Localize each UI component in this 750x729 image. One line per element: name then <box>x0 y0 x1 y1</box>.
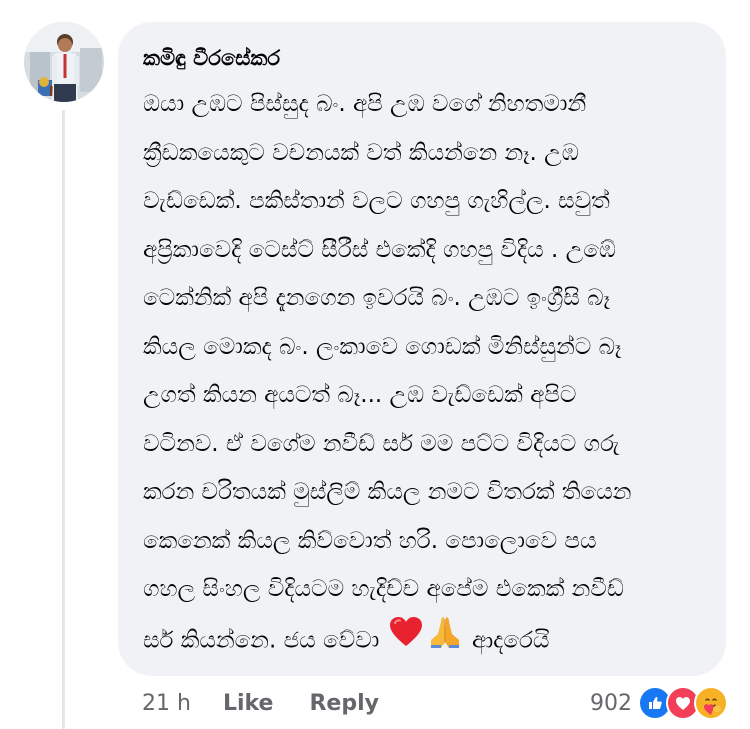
comment-body: ඔයා උඹට පිස්සුද බං. අපි උඹ වගේ නිහතමානී … <box>143 80 708 662</box>
comment-actions: 21 h Like Reply <box>142 686 415 720</box>
comment-thread: කමිඳු වීරසේකර ඔයා උඹට පිස්සුද බං. අපි උඹ… <box>0 0 750 729</box>
comment-line-start: සර් කියන්නෙ. ජය වේවා <box>143 626 380 653</box>
comment-line: ඔයා උඹට පිස්සුද බං. අපි උඹ වගේ නිහතමානී <box>143 91 587 117</box>
avatar[interactable] <box>24 22 104 102</box>
comment-line: අප්‍රිකාවෙදි ටෙස්ට් සීරීස් එකේදි ගහපු වි… <box>143 236 616 263</box>
comment-line: කෙනෙක් කියල කිව්වොත් හරි. පොලොවෙ පය <box>143 527 597 554</box>
like-button[interactable]: Like <box>223 691 274 716</box>
care-icon <box>694 686 728 720</box>
profile-photo-icon <box>24 22 104 102</box>
reply-button[interactable]: Reply <box>309 691 379 716</box>
reaction-icons <box>638 686 728 720</box>
folded-hands-icon <box>427 614 463 663</box>
comment-bubble: කමිඳු වීරසේකර ඔයා උඹට පිස්සුද බං. අපි උඹ… <box>118 22 726 676</box>
comment-line-last: සර් කියන්නෙ. ජය වේවා ආදරෙයි <box>143 614 708 663</box>
reaction-count: 902 <box>590 690 632 716</box>
comment-author[interactable]: කමිඳු වීරසේකර <box>143 44 708 72</box>
red-heart-icon <box>389 616 423 663</box>
comment-line: කියල මොකද බං. ලංකාවෙ ගොඩක් මිනිස්සුන්ට බ… <box>143 333 622 360</box>
comment-line: වැඩ්ඩෙක්. පකිස්තාන් වලට ගහපු ගැහිල්ල. සව… <box>143 188 610 214</box>
comment-line: ගහල සිංහල විදියටම හැදිච්ච අපේම එකෙක් නවී… <box>143 576 624 602</box>
comment-line: කරන චරිතයක් මුස්ලිම් කියල නමට විතරක් තිය… <box>143 479 632 505</box>
comment-line: උගත් කියන අයටත් බෑ... උඹ වැඩ්ඩෙක් අපිට <box>143 382 577 408</box>
reaction-summary[interactable]: 902 <box>590 684 728 722</box>
comment-line: ක්‍රීඩකයෙකුට වචනයක් වත් කියන්නෙ නෑ. උඹ <box>143 139 579 166</box>
comment-timestamp[interactable]: 21 h <box>142 691 191 716</box>
reply-thread-line <box>62 110 65 729</box>
comment-line: වටිනව. ඒ වගේම නවීඩ් සර් මම පට්ට විදියට ග… <box>143 430 620 457</box>
comment-line-end: ආදරෙයි <box>471 626 550 653</box>
comment-line: ටෙක්නික් අපි දැනගෙන ඉවරයි බං. උඹට ඉංග්‍ර… <box>143 285 610 311</box>
